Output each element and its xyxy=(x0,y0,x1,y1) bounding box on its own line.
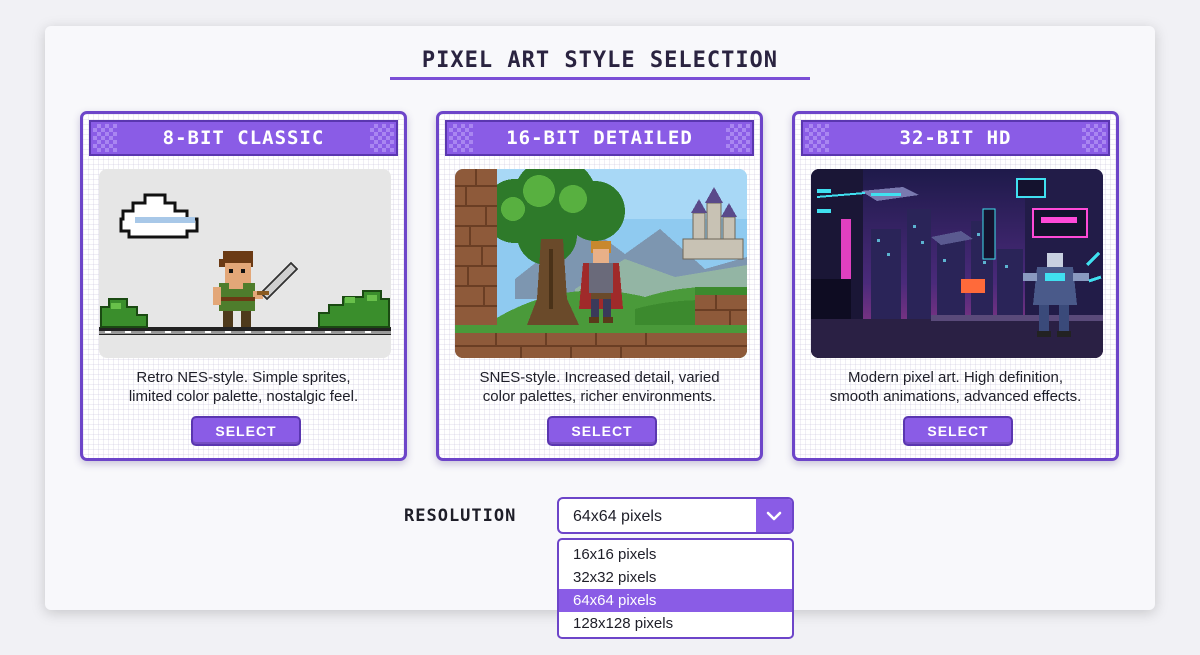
select-16bit-button[interactable]: SELECT xyxy=(547,416,657,446)
card-title: 32-BIT HD xyxy=(899,127,1012,149)
card-description: SNES-style. Increased detail, varied col… xyxy=(479,369,720,405)
style-card-8bit[interactable]: 8-BIT CLASSIC Retro NES-style. Simple sp… xyxy=(80,111,407,461)
style-card-16bit[interactable]: 16-BIT DETAILED SNES-style. Increased de… xyxy=(436,111,763,461)
16bit-castle-landscape-icon xyxy=(455,169,747,358)
8bit-hero-scene-icon xyxy=(99,169,391,358)
card-header: 8-BIT CLASSIC xyxy=(89,120,398,156)
chevron-down-icon[interactable] xyxy=(756,499,792,532)
resolution-option-16x16[interactable]: 16x16 pixels xyxy=(559,543,792,566)
card-description: Modern pixel art. High definition, smoot… xyxy=(829,369,1082,405)
resolution-option-32x32[interactable]: 32x32 pixels xyxy=(559,566,792,589)
resolution-dropdown[interactable]: 64x64 pixels xyxy=(557,497,794,534)
resolution-options-menu: 16x16 pixels 32x32 pixels 64x64 pixels 1… xyxy=(557,538,794,639)
resolution-option-128x128[interactable]: 128x128 pixels xyxy=(559,612,792,635)
resolution-label: RESOLUTION xyxy=(404,506,517,526)
style-card-32bit[interactable]: 32-BIT HD Modern pixel art. High definit… xyxy=(792,111,1119,461)
card-title: 16-BIT DETAILED xyxy=(506,127,693,149)
title-underline xyxy=(390,77,810,80)
card-description: Retro NES-style. Simple sprites, limited… xyxy=(128,369,359,405)
card-header: 16-BIT DETAILED xyxy=(445,120,754,156)
resolution-option-64x64[interactable]: 64x64 pixels xyxy=(559,589,792,612)
page-title: PIXEL ART STYLE SELECTION xyxy=(421,48,779,73)
resolution-value: 64x64 pixels xyxy=(573,508,662,525)
card-title: 8-BIT CLASSIC xyxy=(162,127,325,149)
select-8bit-button[interactable]: SELECT xyxy=(191,416,301,446)
32bit-cyberpunk-city-icon xyxy=(811,169,1103,358)
card-header: 32-BIT HD xyxy=(801,120,1110,156)
select-32bit-button[interactable]: SELECT xyxy=(903,416,1013,446)
